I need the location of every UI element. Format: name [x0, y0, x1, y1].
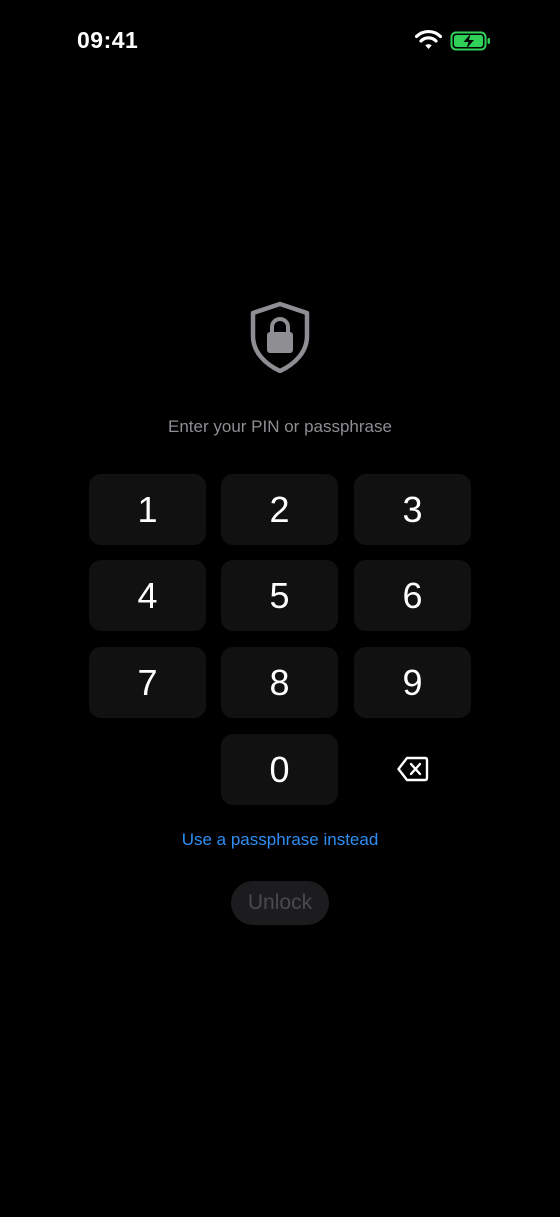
key-9[interactable]: 9 — [354, 647, 471, 718]
key-3[interactable]: 3 — [354, 474, 471, 545]
key-6[interactable]: 6 — [354, 560, 471, 631]
keypad: 1 2 3 4 5 6 7 8 9 0 — [89, 474, 471, 805]
battery-charging-icon — [450, 30, 492, 52]
lock-prompt: Enter your PIN or passphrase — [168, 417, 392, 436]
key-8[interactable]: 8 — [221, 647, 338, 718]
use-passphrase-link[interactable]: Use a passphrase instead — [0, 830, 560, 850]
wifi-icon — [414, 29, 443, 51]
delete-button[interactable] — [354, 734, 471, 805]
key-1[interactable]: 1 — [89, 474, 206, 545]
key-5[interactable]: 5 — [221, 560, 338, 631]
delete-backspace-icon — [396, 749, 429, 791]
key-0[interactable]: 0 — [221, 734, 338, 805]
unlock-button[interactable]: Unlock — [231, 881, 329, 925]
key-7[interactable]: 7 — [89, 647, 206, 718]
key-2[interactable]: 2 — [221, 474, 338, 545]
shield-lock-icon — [247, 300, 313, 376]
status-time: 09:41 — [77, 27, 139, 53]
key-4[interactable]: 4 — [89, 560, 206, 631]
status-bar: 09:41 — [0, 0, 560, 84]
